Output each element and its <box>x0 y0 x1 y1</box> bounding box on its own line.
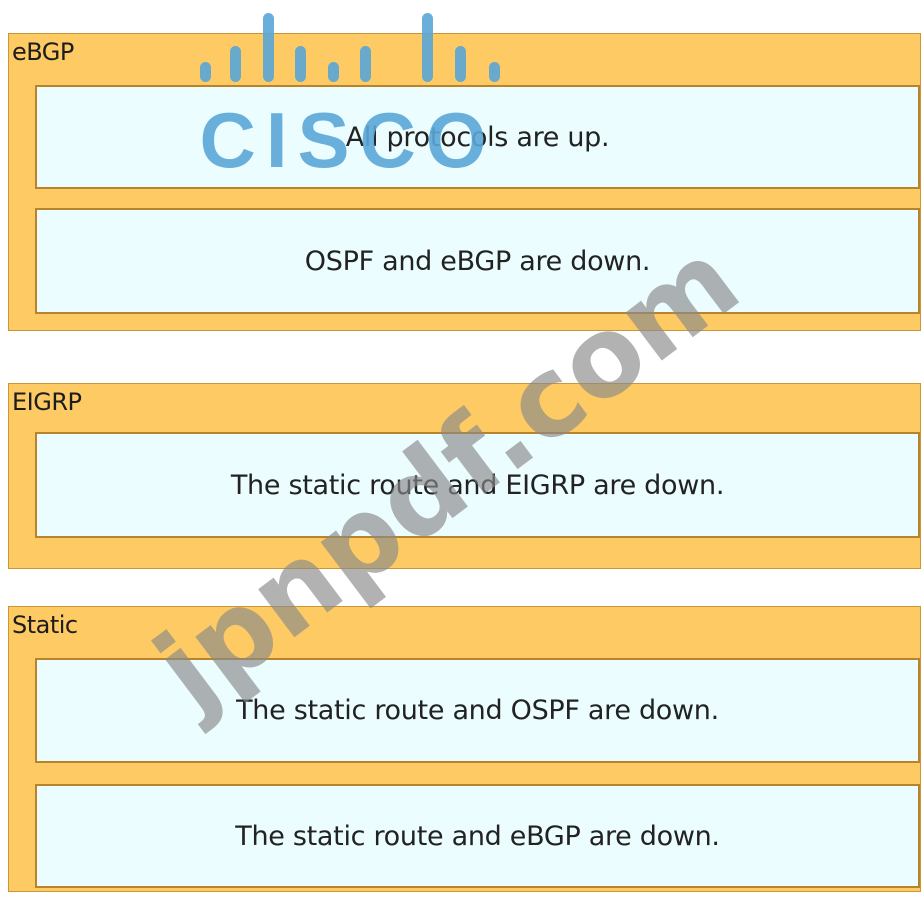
group-static: Static The static route and OSPF are dow… <box>8 606 921 892</box>
group-title-ebgp: eBGP <box>12 38 74 66</box>
answer-static-eigrp-down[interactable]: The static route and EIGRP are down. <box>35 432 920 538</box>
group-title-eigrp: EIGRP <box>12 388 82 416</box>
group-eigrp: EIGRP The static route and EIGRP are dow… <box>8 383 921 569</box>
answer-ospf-ebgp-down[interactable]: OSPF and eBGP are down. <box>35 208 920 314</box>
group-title-static: Static <box>12 611 78 639</box>
answer-static-ebgp-down[interactable]: The static route and eBGP are down. <box>35 784 920 888</box>
answer-all-protocols-up[interactable]: All protocols are up. <box>35 85 920 189</box>
group-ebgp: eBGP All protocols are up. OSPF and eBGP… <box>8 33 921 331</box>
answer-static-ospf-down[interactable]: The static route and OSPF are down. <box>35 658 920 763</box>
